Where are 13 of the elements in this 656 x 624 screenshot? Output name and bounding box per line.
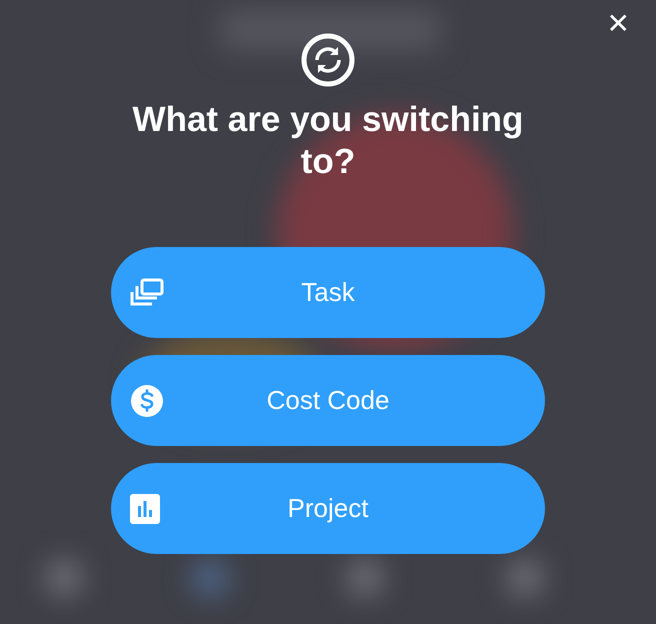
blurred-nav-icon: [46, 560, 82, 596]
dollar-icon: [130, 384, 164, 418]
blurred-nav-icon: [507, 560, 543, 596]
dialog-title: What are you switching to?: [132, 99, 524, 183]
blurred-nav-icon: [347, 560, 383, 596]
sync-icon: [301, 33, 355, 87]
close-button[interactable]: ✕: [598, 8, 638, 40]
blurred-nav-icon: [192, 560, 228, 596]
stacked-cards-icon: [130, 278, 164, 308]
option-button[interactable]: Task: [111, 247, 545, 338]
option-button[interactable]: Project: [111, 463, 545, 554]
option-button[interactable]: Cost Code: [111, 355, 545, 446]
bar-chart-icon: [130, 494, 160, 524]
